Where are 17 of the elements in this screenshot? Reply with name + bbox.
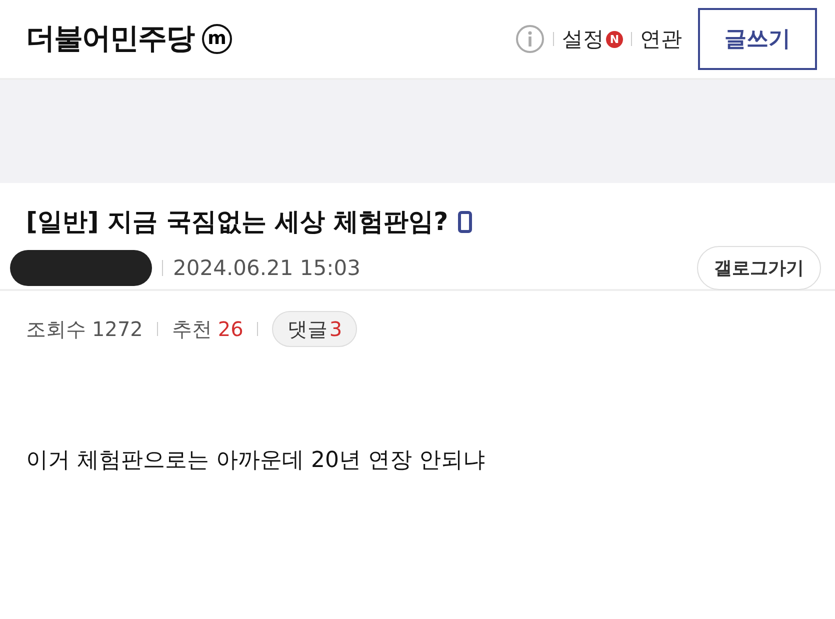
stat-label: 추천 bbox=[172, 316, 212, 342]
header-link[interactable]: 연관 bbox=[640, 25, 682, 53]
post-title: [일반] 지금 국짐없는 세상 체험판임? bbox=[26, 206, 448, 238]
logo-badge: m bbox=[202, 24, 232, 54]
stat-value: 1272 bbox=[92, 317, 143, 341]
comments-button[interactable]: 댓글 3 bbox=[272, 311, 358, 347]
new-badge: N bbox=[606, 30, 623, 48]
gallog-button[interactable]: 갤로그가기 bbox=[697, 246, 821, 290]
info-icon[interactable] bbox=[515, 24, 545, 54]
gallery-title[interactable]: 더불어민주당 bbox=[26, 19, 194, 59]
header-link[interactable]: 설정 bbox=[562, 25, 604, 53]
stat-value: 26 bbox=[218, 317, 244, 341]
stat-label: 조회수 bbox=[26, 316, 86, 342]
post-body: 이거 체험판으로는 아까운데 20년 연장 안되냐 bbox=[26, 447, 486, 475]
post-date: 2024.06.21 15:03 bbox=[173, 256, 360, 280]
phone-icon bbox=[458, 210, 472, 232]
write-button[interactable]: 글쓰기 bbox=[698, 8, 817, 70]
